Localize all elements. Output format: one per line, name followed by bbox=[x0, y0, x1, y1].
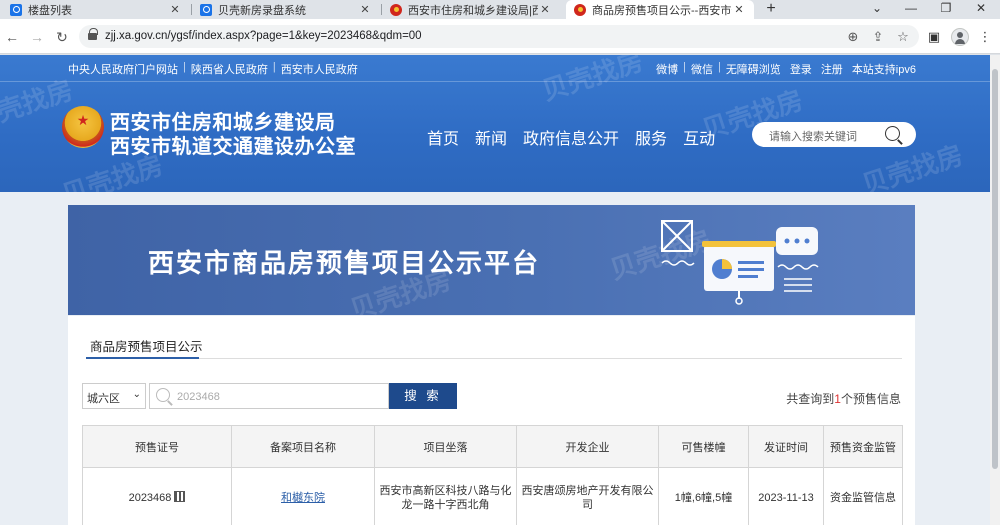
link-wechat[interactable]: 微信 bbox=[691, 61, 713, 77]
main-nav: 首页 新闻 政府信息公开 服务 互动 bbox=[427, 125, 731, 149]
keyword-value: 2023468 bbox=[177, 391, 220, 403]
nav-service[interactable]: 服务 bbox=[635, 125, 667, 149]
share-icon[interactable]: ⇪ bbox=[869, 28, 887, 46]
qr-code-icon[interactable] bbox=[174, 490, 186, 502]
column-header: 预售证号 bbox=[82, 425, 232, 468]
link-xian-gov[interactable]: 西安市人民政府 bbox=[281, 61, 358, 77]
forward-arrow-icon[interactable]: → bbox=[28, 28, 46, 46]
nav-home[interactable]: 首页 bbox=[427, 125, 459, 149]
column-header: 备案项目名称 bbox=[231, 425, 375, 468]
address-bar[interactable]: zjj.xa.gov.cn/ygsf/index.aspx?page=1&key… bbox=[79, 25, 919, 48]
link-weibo[interactable]: 微博 bbox=[656, 61, 678, 77]
maximize-button[interactable]: ❐ bbox=[931, 0, 961, 19]
search-icon[interactable] bbox=[885, 126, 900, 141]
issue-date-cell: 2023-11-13 bbox=[748, 467, 824, 525]
tab-title: 楼盘列表 bbox=[28, 4, 72, 17]
search-button[interactable]: 搜 索 bbox=[389, 383, 457, 409]
close-icon[interactable]: ✕ bbox=[168, 3, 182, 16]
presale-table: 预售证号 备案项目名称 项目坐落 开发企业 可售楼幢 发证时间 预售资金监管 2… bbox=[82, 425, 903, 525]
nav-interaction[interactable]: 互动 bbox=[683, 125, 715, 149]
banner-title: 西安市商品房预售项目公示平台 bbox=[148, 249, 541, 279]
browser-tab-active[interactable]: 商品房预售项目公示--西安市住 ✕ bbox=[566, 0, 754, 19]
fund-supervision-cell: 资金监管信息 bbox=[823, 467, 903, 525]
emblem-favicon-icon bbox=[574, 3, 586, 16]
bookmark-star-icon[interactable]: ☆ bbox=[894, 28, 912, 46]
table-row: 2023468 和樾东院 西安市高新区科技八路与化龙一路十字西北角 西安唐颂房地… bbox=[82, 467, 903, 525]
app-favicon-icon bbox=[10, 3, 22, 16]
district-select[interactable]: 城六区 ⌄ bbox=[82, 383, 146, 409]
buildings-cell: 1幢,6幢,5幢 bbox=[658, 467, 749, 525]
project-name-link[interactable]: 和樾东院 bbox=[281, 492, 325, 504]
browser-toolbar: ← → ↻ zjj.xa.gov.cn/ygsf/index.aspx?page… bbox=[0, 19, 1000, 54]
close-icon[interactable]: ✕ bbox=[538, 3, 552, 16]
new-tab-button[interactable]: + bbox=[762, 0, 780, 19]
site-subtitle[interactable]: 西安市轨道交通建设办公室 bbox=[110, 130, 356, 159]
presentation-illustration-icon bbox=[661, 220, 819, 305]
national-emblem-icon bbox=[62, 106, 104, 148]
browser-tab-bar: 楼盘列表 ✕ 贝壳新房录盘系统 ✕ 西安市住房和城乡建设局|西安市 ✕ 商品房预… bbox=[0, 0, 1000, 19]
link-accessibility[interactable]: 无障碍浏览 bbox=[726, 61, 781, 77]
reload-icon[interactable]: ↻ bbox=[53, 28, 71, 46]
divider bbox=[86, 358, 902, 359]
link-login[interactable]: 登录 bbox=[790, 61, 812, 77]
ipv6-notice: 本站支持ipv6 bbox=[851, 64, 916, 76]
browser-tab[interactable]: 楼盘列表 ✕ bbox=[2, 0, 190, 19]
result-count-text: 共查询到1个预售信息 bbox=[786, 392, 901, 406]
fund-supervision-link[interactable]: 资金监管信息 bbox=[830, 492, 896, 504]
result-count-number: 1 bbox=[834, 392, 841, 406]
column-header: 可售楼幢 bbox=[658, 425, 749, 468]
location-cell: 西安市高新区科技八路与化龙一路十字西北角 bbox=[374, 467, 517, 525]
close-icon[interactable]: ✕ bbox=[358, 3, 372, 16]
app-favicon-icon bbox=[200, 3, 212, 16]
link-central-gov[interactable]: 中央人民政府门户网站 bbox=[68, 61, 178, 77]
search-icon bbox=[156, 388, 170, 402]
developer-cell: 西安唐颂房地产开发有限公司 bbox=[516, 467, 659, 525]
link-shaanxi-gov[interactable]: 陕西省人民政府 bbox=[191, 61, 268, 77]
minimize-button[interactable]: — bbox=[896, 0, 926, 19]
tab-title: 贝壳新房录盘系统 bbox=[218, 4, 306, 17]
tab-title: 西安市住房和城乡建设局|西安市 bbox=[408, 4, 538, 17]
column-header: 开发企业 bbox=[516, 425, 659, 468]
active-tab-indicator bbox=[86, 357, 199, 359]
emblem-favicon-icon bbox=[390, 3, 402, 16]
site-search-input[interactable]: 请输入搜索关键词 bbox=[752, 122, 916, 147]
column-header: 项目坐落 bbox=[374, 425, 517, 468]
presale-panel: 商品房预售项目公示 城六区 ⌄ 2023468 搜 索 共查询到1个预售信息 预… bbox=[68, 316, 915, 525]
zoom-icon[interactable]: ⊕ bbox=[844, 28, 862, 46]
search-placeholder: 请输入搜索关键词 bbox=[769, 131, 857, 143]
column-header: 发证时间 bbox=[748, 425, 824, 468]
keyword-search-input[interactable]: 2023468 bbox=[149, 383, 389, 409]
nav-news[interactable]: 新闻 bbox=[475, 125, 507, 149]
close-icon[interactable]: ✕ bbox=[732, 3, 746, 16]
district-selected-value: 城六区 bbox=[87, 393, 120, 405]
platform-banner: 贝壳找房 贝壳找房 西安市商品房预售项目公示平台 bbox=[68, 205, 915, 315]
scrollbar-thumb[interactable] bbox=[992, 69, 998, 469]
page-scrollbar[interactable] bbox=[990, 55, 1000, 525]
more-menu-icon[interactable]: ⋮ bbox=[976, 28, 994, 46]
top-links-bar: 中央人民政府门户网站 | 陕西省人民政府 | 西安市人民政府 微博 | 微信 |… bbox=[0, 55, 1000, 82]
side-panel-icon[interactable]: ▣ bbox=[925, 28, 943, 46]
column-header: 预售资金监管 bbox=[823, 425, 903, 468]
window-close-button[interactable]: ✕ bbox=[966, 0, 996, 19]
chevron-down-icon: ⌄ bbox=[132, 389, 141, 400]
tab-search-icon[interactable]: ⌄ bbox=[862, 0, 892, 19]
browser-tab[interactable]: 贝壳新房录盘系统 ✕ bbox=[192, 0, 380, 19]
browser-tab[interactable]: 西安市住房和城乡建设局|西安市 ✕ bbox=[382, 0, 560, 19]
tab-title: 商品房预售项目公示--西安市住 bbox=[592, 4, 732, 17]
lock-icon bbox=[88, 28, 98, 41]
back-arrow-icon[interactable]: ← bbox=[3, 28, 21, 46]
table-header-row: 预售证号 备案项目名称 项目坐落 开发企业 可售楼幢 发证时间 预售资金监管 bbox=[82, 425, 903, 468]
site-header: 贝壳找房 贝壳找房 贝壳找房 贝壳找房 贝壳找房 中央人民政府门户网站 | 陕西… bbox=[0, 55, 1000, 192]
project-name-cell: 和樾东院 bbox=[231, 467, 375, 525]
url-text[interactable]: zjj.xa.gov.cn/ygsf/index.aspx?page=1&key… bbox=[105, 30, 422, 42]
cert-no-cell: 2023468 bbox=[82, 467, 232, 525]
nav-gov-info[interactable]: 政府信息公开 bbox=[523, 125, 619, 149]
profile-avatar-icon[interactable] bbox=[951, 28, 969, 46]
link-register[interactable]: 注册 bbox=[821, 61, 843, 77]
